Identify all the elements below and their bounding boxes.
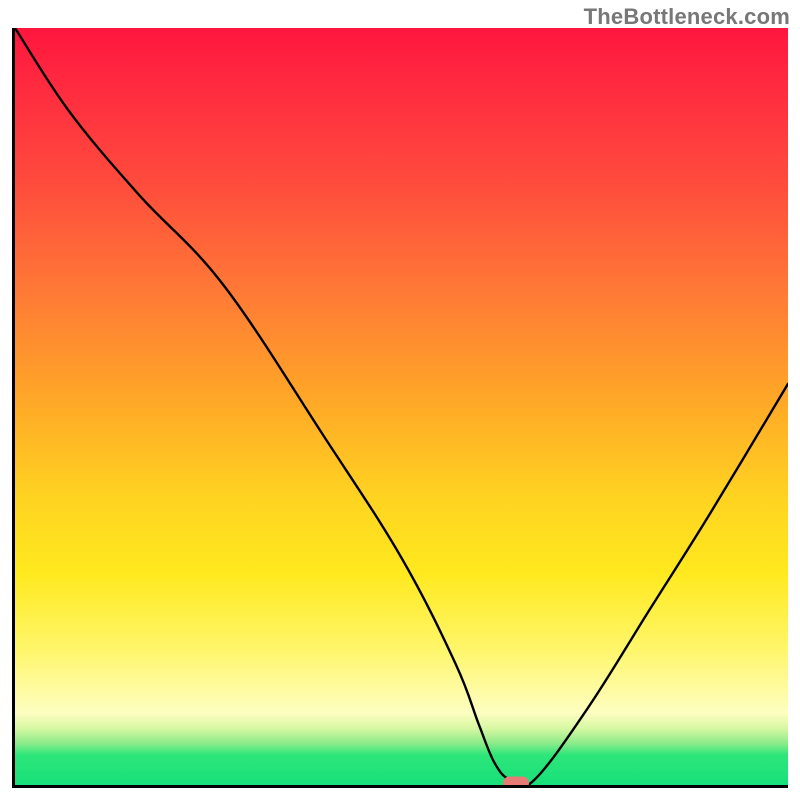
optimal-marker <box>503 777 529 788</box>
bottleneck-chart: TheBottleneck.com <box>0 0 800 800</box>
plot-area <box>12 28 788 788</box>
curve-layer <box>15 28 788 785</box>
bottleneck-curve-path <box>15 28 788 785</box>
watermark-text: TheBottleneck.com <box>584 4 790 30</box>
